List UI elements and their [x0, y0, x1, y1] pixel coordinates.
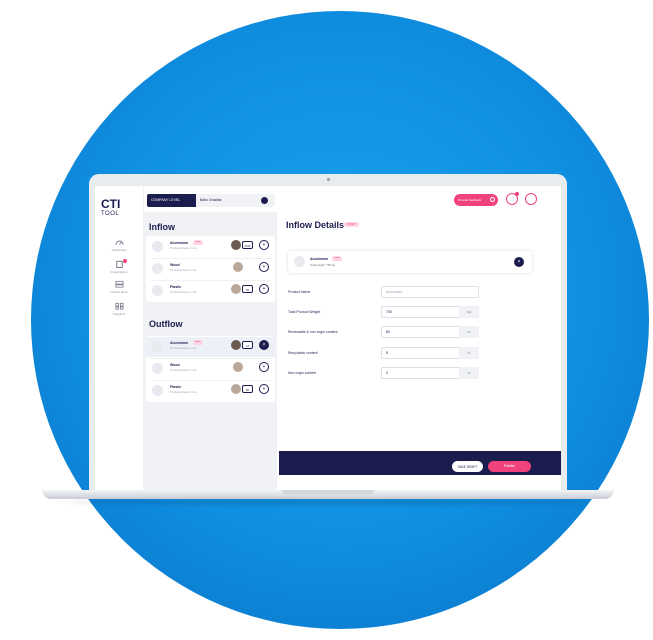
sidebar-item-label: Suppliers [112, 312, 126, 316]
item-name: Aluminium [170, 241, 189, 245]
unit-label: KG [459, 306, 479, 318]
feedback-button[interactable]: Provide feedback [454, 194, 498, 206]
inflow-list: Aluminium DRAFT 15 shared views, 2 min 2… [146, 236, 275, 302]
sidebar-item-flows[interactable]: Carbon flows [99, 280, 139, 294]
draft-badge: DRAFT [193, 241, 203, 245]
sidebar-item-label: Dashboard [111, 248, 127, 252]
status-badge: DRAFT [344, 222, 359, 227]
inflow-title: Inflow [149, 222, 175, 232]
page-title: Inflow Details [286, 220, 345, 230]
item-icon [152, 385, 163, 396]
count-badge: 56 [242, 385, 253, 393]
field-label: Recyclable content [288, 351, 318, 355]
item-icon [152, 285, 163, 296]
item-meta: Total weight: 750 kg [310, 263, 335, 267]
logo-subtitle: TOOL [101, 211, 120, 217]
count-badge: 14 [242, 341, 253, 349]
outflow-title: Outflow [149, 319, 183, 329]
logo-title: CTI [101, 197, 121, 211]
item-name: Aluminium [310, 257, 329, 261]
chevron-down-icon[interactable] [261, 197, 268, 204]
item-icon [152, 341, 163, 352]
list-item[interactable]: Aluminium DRAFT 15 shared views, 2 min 1… [146, 337, 275, 357]
save-draft-button[interactable]: SAVE DRAFT [452, 461, 483, 472]
product-name-field[interactable]: Aluminium [381, 286, 479, 298]
suppliers-icon [115, 302, 123, 310]
sidebar-item-label: Organization [110, 270, 128, 274]
sidebar-item-suppliers[interactable]: Suppliers [99, 302, 139, 316]
add-icon[interactable]: + [259, 240, 269, 250]
flows-icon [115, 280, 123, 288]
notification-icon[interactable] [506, 192, 519, 205]
field-label: Non virgin content [288, 371, 317, 375]
add-icon[interactable]: + [259, 362, 269, 372]
avatar [231, 340, 241, 350]
count-badge: 56 [242, 285, 253, 293]
close-icon[interactable]: × [259, 340, 269, 350]
draft-badge: DRAFT [332, 257, 342, 261]
list-item[interactable]: Plastic 15 shared views, 2 min 56 + [146, 381, 275, 401]
field-label: Renewable & non virgin content [288, 330, 338, 334]
item-name: Aluminium [170, 341, 189, 345]
item-meta: 15 shared views, 2 min [170, 269, 197, 272]
app-screen: CTI TOOL Dashboard Organization Carbon f… [95, 186, 561, 490]
draft-badge: DRAFT [193, 341, 203, 345]
publish-button[interactable]: Publish [488, 461, 531, 472]
close-icon[interactable]: × [514, 257, 524, 267]
app-logo[interactable]: CTI TOOL [101, 198, 137, 217]
sidebar: CTI TOOL Dashboard Organization Carbon f… [95, 186, 144, 490]
dashboard-icon [114, 240, 124, 245]
item-meta: 15 shared views, 2 min [170, 369, 197, 372]
item-meta: 15 shared views, 2 min [170, 391, 197, 394]
unit-label: % [459, 347, 479, 359]
avatar [233, 262, 243, 272]
camera-icon [327, 178, 330, 181]
field-label: Product Name [288, 290, 311, 294]
sidebar-item-label: Carbon flows [110, 290, 128, 294]
list-item[interactable]: Plastic 15 shared views, 2 min 56 + [146, 281, 275, 301]
laptop-notch [282, 490, 374, 494]
notification-dot [515, 192, 519, 196]
sidebar-item-dashboard[interactable]: Dashboard [99, 238, 139, 252]
item-name: Plastic [170, 285, 182, 289]
laptop-shadow [70, 499, 586, 505]
add-icon[interactable]: + [259, 384, 269, 394]
item-name: Wood [170, 363, 180, 367]
field-label: Total Product Weight [288, 310, 321, 314]
sidebar-item-organization[interactable]: Organization [99, 259, 139, 274]
item-meta: 15 shared views, 2 min [170, 291, 197, 294]
count-badge: 2016 [242, 241, 253, 249]
item-icon [152, 363, 163, 374]
avatar [231, 284, 241, 294]
list-item[interactable]: Wood 15 shared views, 2 min + [146, 359, 275, 379]
selected-item-card: Aluminium DRAFT Total weight: 750 kg × [288, 251, 532, 273]
unit-label: % [459, 367, 479, 379]
list-item[interactable]: Aluminium DRAFT 15 shared views, 2 min 2… [146, 237, 275, 257]
item-name: Wood [170, 263, 180, 267]
avatar [231, 240, 241, 250]
add-icon[interactable]: + [259, 284, 269, 294]
feedback-button-label: Provide feedback [458, 198, 482, 202]
item-icon [152, 263, 163, 274]
notification-dot [123, 259, 127, 263]
avatar [233, 362, 243, 372]
item-name: Plastic [170, 385, 182, 389]
item-meta: 15 shared views, 2 min [170, 347, 197, 350]
unit-label: % [459, 326, 479, 338]
item-meta: 15 shared views, 2 min [170, 247, 197, 250]
user-icon[interactable] [525, 193, 537, 205]
add-icon[interactable]: + [259, 262, 269, 272]
avatar [231, 384, 241, 394]
company-level-tab[interactable]: COMPANY LEVEL [147, 194, 196, 207]
item-icon [152, 241, 163, 252]
list-item[interactable]: Wood 15 shared views, 2 min + [146, 259, 275, 279]
item-icon [294, 256, 305, 267]
outflow-list: Aluminium DRAFT 15 shared views, 2 min 1… [146, 336, 275, 402]
help-icon [490, 197, 495, 202]
